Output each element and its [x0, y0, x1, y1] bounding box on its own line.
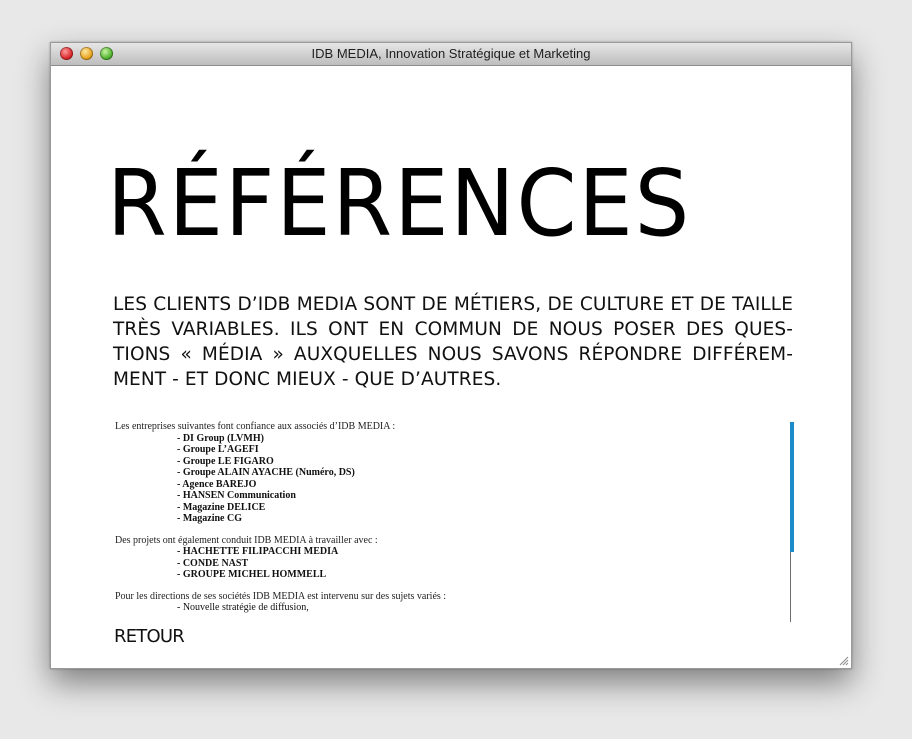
- resize-grip-icon[interactable]: [838, 655, 849, 666]
- list-item: - Groupe LE FIGARO: [177, 455, 274, 467]
- list-item: - Agence BAREJO: [177, 478, 257, 490]
- directions-list: - Nouvelle stratégie de diffusion,: [115, 602, 775, 614]
- list-item: - Groupe L’AGEFI: [177, 444, 259, 455]
- list-item: - Magazine CG: [177, 513, 242, 524]
- list-item: - GROUPE MICHEL HOMMELL: [177, 569, 327, 580]
- references-scroll-area[interactable]: Les entreprises suivantes font confiance…: [115, 421, 775, 621]
- list-item: - Groupe ALAIN AYACHE (Numéro, DS): [177, 467, 355, 478]
- scrollbar-thumb[interactable]: [790, 422, 794, 552]
- back-link[interactable]: RETOUR: [114, 626, 185, 647]
- list-item: - HACHETTE FILIPACCHI MEDIA: [177, 546, 339, 557]
- directions-intro: Pour les directions de ses sociétés IDB …: [115, 590, 447, 602]
- list-item: - HANSEN Communication: [177, 490, 296, 501]
- page-content: RÉFÉRENCES LES CLIENTS D’IDB MEDIA SONT …: [51, 66, 851, 668]
- list-item: - CONDE NAST: [177, 557, 249, 569]
- clients-list: - DI Group (LVMH) - Groupe L’AGEFI - Gro…: [115, 433, 775, 525]
- browser-window: IDB MEDIA, Innovation Stratégique et Mar…: [50, 42, 852, 669]
- window-title: IDB MEDIA, Innovation Stratégique et Mar…: [311, 46, 591, 61]
- clients-intro: Les entreprises suivantes font confiance…: [115, 421, 396, 432]
- projects-list: - HACHETTE FILIPACCHI MEDIA - CONDE NAST…: [115, 546, 775, 581]
- list-item: - Nouvelle stratégie de diffusion,: [177, 602, 309, 613]
- list-item: - Magazine DELICE: [177, 501, 266, 513]
- list-item: - DI Group (LVMH): [177, 432, 264, 444]
- window-titlebar[interactable]: IDB MEDIA, Innovation Stratégique et Mar…: [51, 43, 851, 66]
- page-heading: RÉFÉRENCES: [107, 150, 692, 257]
- projects-intro: Des projets ont également conduit IDB ME…: [115, 534, 378, 546]
- intro-paragraph: LES CLIENTS D’IDB MEDIA SONT DE MÉTIERS,…: [113, 294, 793, 390]
